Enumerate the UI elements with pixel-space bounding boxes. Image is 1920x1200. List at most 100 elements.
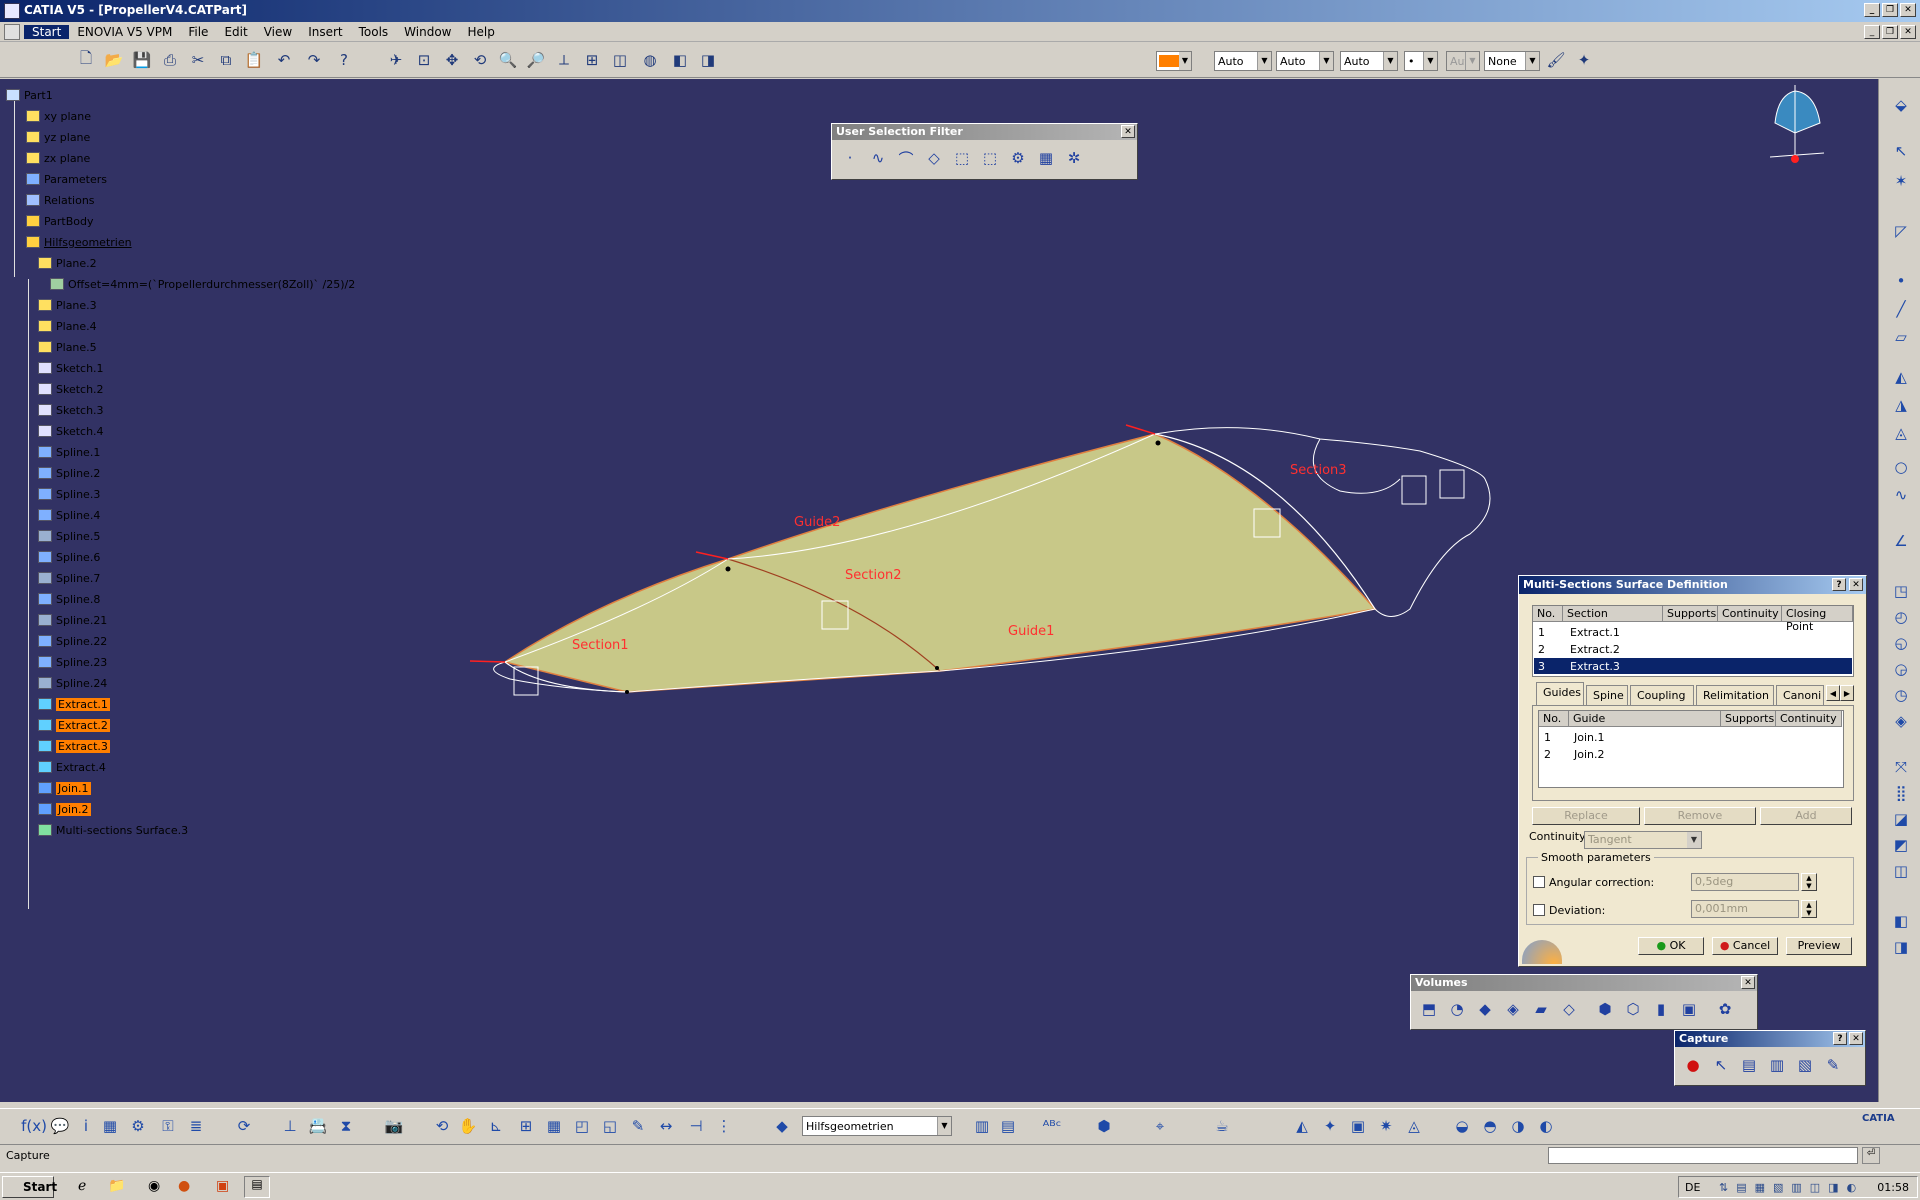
material-icon[interactable]: ◬ [1402, 1114, 1426, 1138]
insert-object-icon[interactable]: ⧗ [334, 1114, 358, 1138]
fill-icon[interactable]: ◶ [1889, 657, 1913, 681]
section-col-closing-point[interactable]: Closing Point [1782, 606, 1853, 633]
tree-item[interactable]: Spline.4 [38, 507, 100, 523]
section1-label[interactable]: Section1 [572, 638, 629, 653]
multi-section-surface[interactable] [503, 433, 1377, 693]
browser-icon[interactable]: ◉ [148, 1178, 160, 1194]
color-combo[interactable]: ▼ [1156, 51, 1192, 71]
formula-icon[interactable]: f(x) [21, 1114, 47, 1138]
tree-item[interactable]: Part1 [6, 87, 53, 103]
define-in-work-object-icon[interactable]: ◆ [770, 1114, 794, 1138]
tree-item[interactable]: Plane.5 [38, 339, 97, 355]
document-icon[interactable] [4, 24, 20, 40]
tree-item[interactable]: Spline.1 [38, 444, 100, 460]
video-capture-icon[interactable]: ✎ [1821, 1053, 1845, 1077]
tree-item[interactable]: Spline.22 [38, 633, 107, 649]
volume-multisection-icon[interactable]: ◈ [1501, 997, 1525, 1021]
volume-thicken-icon[interactable]: ▰ [1529, 997, 1553, 1021]
tree-item[interactable]: zx plane [26, 150, 90, 166]
thickness-combo[interactable]: Auto ▼ [1276, 51, 1334, 71]
explorer-icon[interactable]: 📁 [108, 1178, 125, 1194]
tree-item[interactable]: Spline.2 [38, 465, 100, 481]
guide-row-2[interactable]: 2 Join.2 [1540, 746, 1840, 762]
restore-button[interactable]: ❐ [1882, 3, 1898, 17]
tab-coupling[interactable]: Coupling [1630, 685, 1694, 705]
view-mode-icon[interactable]: ▣ [1346, 1114, 1370, 1138]
dialog-help-button[interactable]: ? [1832, 578, 1846, 591]
work-on-support-icon[interactable]: ◰ [570, 1114, 594, 1138]
ie-icon[interactable]: ℯ [78, 1178, 86, 1194]
sketch-icon[interactable]: ◸ [1889, 219, 1913, 243]
tab-canonical[interactable]: Canoni [1776, 685, 1824, 705]
layer-combo[interactable]: None ▼ [1484, 51, 1540, 71]
shading-icon[interactable]: ◍ [638, 48, 662, 72]
projection-icon[interactable]: ◭ [1889, 365, 1913, 389]
tab-relimitation[interactable]: Relimitation [1696, 685, 1774, 705]
angular-correction-checkbox[interactable] [1533, 876, 1545, 888]
section-row-2[interactable]: 2 Extract.2 [1534, 641, 1852, 657]
knowledge-icon[interactable]: ⚙ [126, 1114, 150, 1138]
options-icon[interactable]: ▤ [1737, 1053, 1761, 1077]
menu-help[interactable]: Help [460, 25, 503, 39]
tree-item[interactable]: Extract.1 [38, 696, 110, 712]
new-icon[interactable]: 🗋 [74, 48, 98, 72]
macro-icon[interactable]: ⚿ [156, 1114, 180, 1138]
helix-icon[interactable]: ∠ [1889, 529, 1913, 553]
tree-item[interactable]: Plane.2 [38, 255, 97, 271]
rule-icon[interactable]: ≣ [184, 1114, 208, 1138]
hand-icon[interactable]: ✋ [456, 1114, 480, 1138]
guide-row-1[interactable]: 1 Join.1 [1540, 729, 1840, 745]
spline-icon[interactable]: ∿ [1889, 483, 1913, 507]
environment-icon[interactable]: ◑ [1506, 1114, 1530, 1138]
cancel-button[interactable]: ● Cancel [1712, 937, 1778, 955]
continuity-select[interactable]: Tangent ▼ [1584, 831, 1702, 849]
part-icon[interactable]: ▤ [996, 1114, 1020, 1138]
tree-item[interactable]: yz plane [26, 129, 90, 145]
zoom-out-icon[interactable]: 🔎 [524, 48, 548, 72]
deviation-field[interactable]: 0,001mm [1691, 900, 1799, 918]
catalog-icon[interactable]: 📇 [306, 1114, 330, 1138]
sketcher-icon[interactable]: ✶ [1889, 169, 1913, 193]
body-icon[interactable]: ▥ [970, 1114, 994, 1138]
section3-label[interactable]: Section3 [1290, 463, 1347, 478]
tree-item[interactable]: Parameters [26, 171, 107, 187]
capture-help[interactable]: ? [1833, 1032, 1847, 1045]
catalog-browser-icon[interactable]: ⬢ [1092, 1114, 1116, 1138]
blend-icon[interactable]: ◈ [1889, 709, 1913, 733]
split-icon[interactable]: ◪ [1889, 807, 1913, 831]
tree-item[interactable]: Spline.8 [38, 591, 100, 607]
constraint-icon[interactable]: ⊣ [684, 1114, 708, 1138]
boundary-icon[interactable]: ◫ [1889, 859, 1913, 883]
measure-icon[interactable]: ⌖ [1148, 1114, 1172, 1138]
trim-icon[interactable]: ◩ [1889, 833, 1913, 857]
axis-system-icon[interactable]: ⊥ [278, 1114, 302, 1138]
properties-icon[interactable]: ✦ [1572, 48, 1596, 72]
tree-item[interactable]: Spline.23 [38, 654, 107, 670]
close-button[interactable]: ✕ [1900, 3, 1916, 17]
replace-button[interactable]: Replace [1532, 807, 1640, 825]
line-icon[interactable]: ╱ [1889, 297, 1913, 321]
redo-icon[interactable]: ↷ [302, 48, 326, 72]
workbench-icon[interactable]: ⬙ [1889, 93, 1913, 117]
update-icon[interactable]: ⟳ [232, 1114, 256, 1138]
menu-tools[interactable]: Tools [351, 25, 397, 39]
analysis-icon[interactable]: ◧ [1889, 909, 1913, 933]
tree-item[interactable]: Multi-sections Surface.3 [38, 822, 188, 838]
menu-start[interactable]: Start [24, 24, 70, 39]
tree-item[interactable]: Relations [26, 192, 95, 208]
spell-check-icon[interactable]: ᴬᴮᶜ [1040, 1114, 1064, 1138]
fit-all-icon[interactable]: ⊡ [412, 48, 436, 72]
render-icon[interactable]: ✷ [1374, 1114, 1398, 1138]
3d-view-icon[interactable]: ◱ [598, 1114, 622, 1138]
tree-item[interactable]: Offset=4mm=(`Propellerdurchmesser(8Zoll)… [50, 276, 355, 292]
volume-intersect-icon[interactable]: ▮ [1649, 997, 1673, 1021]
shade-icon[interactable]: ◒ [1450, 1114, 1474, 1138]
record-icon[interactable]: ● [1681, 1053, 1705, 1077]
deviation-checkbox[interactable] [1533, 904, 1545, 916]
rotate-icon[interactable]: ⟲ [468, 48, 492, 72]
tree-item[interactable]: Spline.24 [38, 675, 107, 691]
grid-snap-icon[interactable]: ▦ [542, 1114, 566, 1138]
menu-view[interactable]: View [256, 25, 300, 39]
menu-file[interactable]: File [180, 25, 216, 39]
start-button[interactable]: Start [2, 1176, 57, 1198]
